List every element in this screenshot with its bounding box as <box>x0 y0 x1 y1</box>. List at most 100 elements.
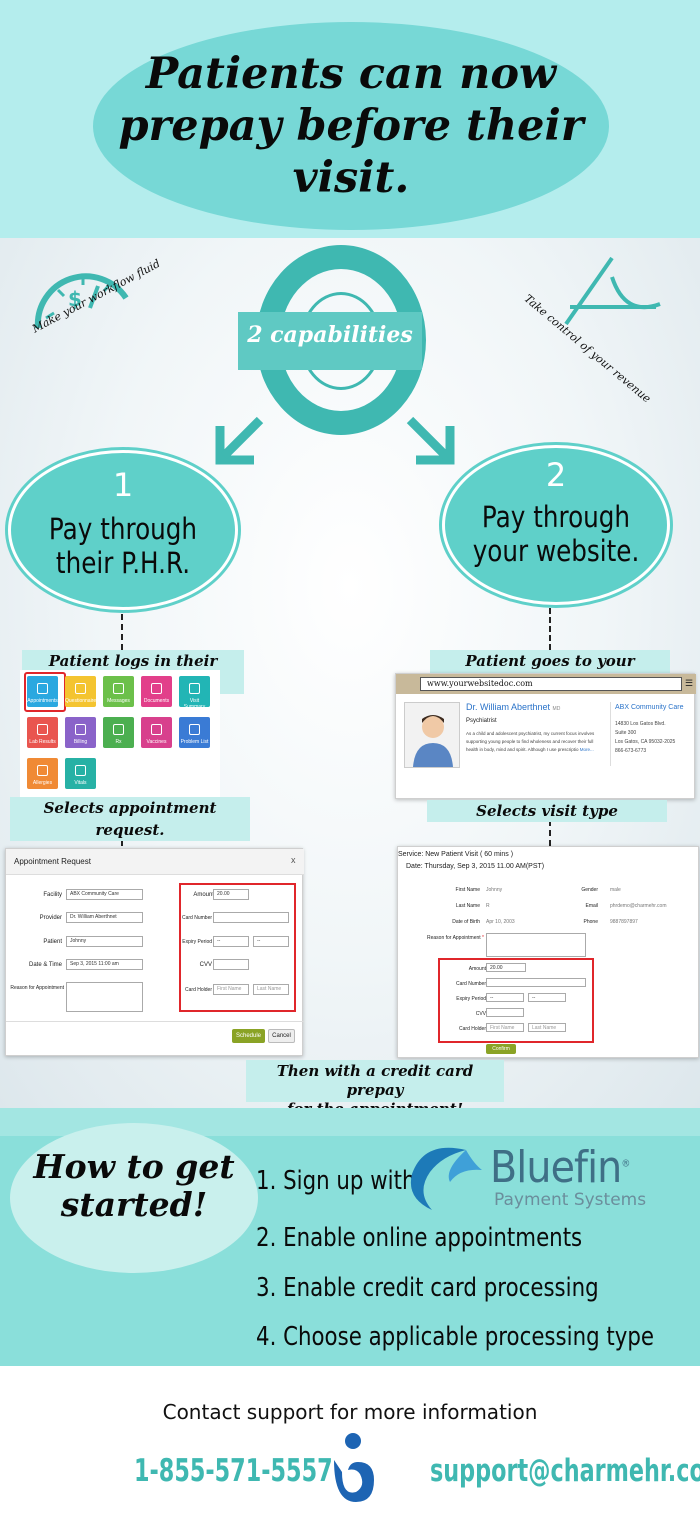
last-name-input[interactable]: Last Name <box>253 984 289 995</box>
visit-form: Service: New Patient Visit ( 60 mins ) D… <box>397 846 699 1058</box>
amount-label: Amount <box>193 892 214 898</box>
phr-tile-appointments[interactable]: Appointments <box>27 676 58 707</box>
practice-name: ABX Community Care <box>615 704 684 711</box>
visit-cvv-input[interactable] <box>486 1008 524 1017</box>
phr-tile-label: Rx <box>115 739 122 745</box>
gender-label: Gender <box>581 887 598 893</box>
bluefin-name: Bluefin <box>490 1142 622 1193</box>
facility-input[interactable]: ABX Community Care <box>66 889 143 900</box>
visit-first-name-input[interactable]: First Name <box>486 1023 524 1032</box>
card-number-input[interactable] <box>213 912 289 923</box>
option-2-title: Pay through your website. <box>472 500 640 568</box>
phr-tile-label: Vitals <box>74 780 87 786</box>
visit-expiry-label: Expiry Period <box>456 996 486 1002</box>
phr-tile-problem-list[interactable]: Problem List <box>179 717 210 748</box>
url-bar[interactable]: www.yourwebsitedoc.com <box>420 677 682 691</box>
visit-reason-label: Reason for Appointment * <box>412 935 484 941</box>
revenue-chart-icon <box>564 256 661 326</box>
support-phone[interactable]: 1-855-571-5557 <box>134 1453 333 1489</box>
provider-input[interactable]: Dr. William Aberthnet <box>66 912 143 923</box>
step-4: 4. Choose applicable processing type <box>256 1322 655 1352</box>
practice-address: 14830 Los Gatos Blvd. Suite 300 Los Gato… <box>615 720 675 756</box>
phr-dashboard: Appointments Questionnaires Messages Docume… <box>20 670 220 798</box>
connector-right-2 <box>549 820 551 846</box>
option-1-number: 1 <box>112 466 134 504</box>
card-holder-label: Card Holder <box>185 987 212 993</box>
phr-tile-label: Visit Summary <box>183 698 206 710</box>
prepay-note-line-1: Then with a credit card prepay <box>276 1062 474 1099</box>
expiry-month-select[interactable]: -- <box>213 936 249 947</box>
patient-input[interactable]: Johnny <box>66 936 143 947</box>
visit-last-name-input[interactable]: Last Name <box>528 1023 566 1032</box>
expiry-label: Expiry Period <box>182 939 212 945</box>
phone-label: Phone <box>583 919 598 925</box>
facility-label: Facility <box>43 892 62 898</box>
datetime-input[interactable]: Sep 3, 2015 11:00 am <box>66 959 143 970</box>
appointment-request-modal: Appointment Request x Facility ABX Commu… <box>5 848 304 1056</box>
connector-right-1 <box>549 608 551 650</box>
first-name-input[interactable]: First Name <box>213 984 249 995</box>
phr-tile-icon <box>189 683 200 694</box>
confirm-button[interactable]: Confirm <box>486 1044 516 1054</box>
option-1-title: Pay through their P.H.R. <box>48 512 198 580</box>
phr-tile-label: Vaccines <box>146 739 167 745</box>
reason-textarea[interactable] <box>66 982 143 1012</box>
practice-phone: 866-673-6773 <box>615 748 647 754</box>
modal-divider <box>6 1021 304 1022</box>
phr-tile-questionnaires[interactable]: Questionnaires <box>65 676 99 707</box>
amount-input[interactable]: 20.00 <box>213 889 249 900</box>
visit-expiry-month[interactable]: -- <box>486 993 524 1002</box>
datetime-label: Date & Time <box>28 962 62 968</box>
phr-tile-icon <box>113 724 124 735</box>
schedule-button[interactable]: Schedule <box>232 1029 265 1043</box>
phr-tile-documents[interactable]: Documents <box>141 676 172 707</box>
bluefin-registered-mark: ® <box>621 1158 630 1170</box>
phr-tile-icon <box>75 683 86 694</box>
close-icon[interactable]: x <box>291 855 296 865</box>
visit-reason-label-text: Reason for Appointment <box>427 935 481 941</box>
menu-icon[interactable]: ☰ <box>685 678 694 690</box>
dob-value: Apr 10, 2003 <box>486 919 515 925</box>
step-3: 3. Enable credit card processing <box>256 1273 599 1303</box>
phr-tile-icon <box>151 683 162 694</box>
visit-reason-textarea[interactable] <box>486 933 586 957</box>
phr-tile-icon <box>189 724 200 735</box>
phr-tile-label: Allergies <box>32 780 53 786</box>
phr-tile-visit-summary[interactable]: Visit Summary <box>179 676 210 710</box>
phr-tile-allergies[interactable]: Allergies <box>27 758 58 789</box>
expiry-year-select[interactable]: -- <box>253 936 289 947</box>
phr-tile-billing[interactable]: Billing <box>65 717 96 748</box>
phr-tile-label: Problem List <box>180 739 209 745</box>
cvv-input[interactable] <box>213 959 249 970</box>
last-name-label: Last Name <box>455 903 480 909</box>
phr-tile-icon <box>151 724 162 735</box>
profile-divider <box>610 702 611 766</box>
bluefin-subtitle: Payment Systems <box>494 1190 647 1210</box>
visit-cvv-label: CVV <box>475 1011 486 1017</box>
phr-tile-lab-results[interactable]: Lab Results <box>27 717 58 748</box>
first-name-value: Johnny <box>486 887 503 893</box>
more-link[interactable]: More... <box>580 747 594 752</box>
visit-card-number-input[interactable] <box>486 978 586 987</box>
visit-expiry-year[interactable]: -- <box>528 993 566 1002</box>
bluefin-wordmark: Bluefin® <box>490 1142 630 1193</box>
get-started-heading: How to get started! <box>10 1148 258 1224</box>
bluefin-logo-icon <box>410 1147 482 1210</box>
phr-tile-label: Billing <box>73 739 88 745</box>
get-started-heading-line-2: started! <box>60 1185 208 1224</box>
phr-select-label: Selects appointment request. <box>10 797 250 841</box>
card-number-label: Card Number <box>182 915 213 921</box>
phr-tile-rx[interactable]: Rx <box>103 717 134 748</box>
website-select-label: Selects visit type <box>427 800 667 822</box>
support-email[interactable]: support@charmehr.com <box>430 1453 700 1489</box>
cancel-button[interactable]: Cancel <box>268 1029 295 1043</box>
phr-tile-label: Documents <box>143 698 170 704</box>
website-mockup: www.yourwebsitedoc.com ☰ Dr. William Abe… <box>395 673 696 799</box>
connector-left-1 <box>121 614 123 650</box>
address-line-1: 14830 Los Gatos Blvd. <box>615 721 666 727</box>
visit-amount-input[interactable]: 20.00 <box>486 963 526 972</box>
phr-tile-messages[interactable]: Messages <box>103 676 134 707</box>
phr-tile-icon <box>75 765 86 776</box>
phr-tile-vitals[interactable]: Vitals <box>65 758 96 789</box>
phr-tile-vaccines[interactable]: Vaccines <box>141 717 172 748</box>
